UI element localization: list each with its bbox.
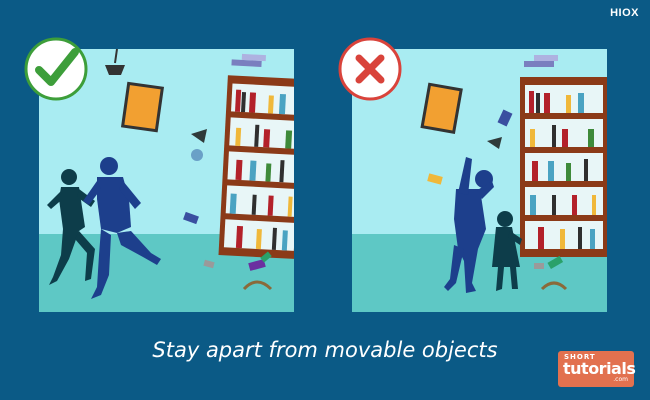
- bookshelf: [218, 53, 294, 260]
- cross-icon: [338, 37, 402, 101]
- shorttutorials-logo[interactable]: SHORT tutorials .com: [558, 351, 636, 387]
- logo-line-3: .com: [613, 376, 628, 383]
- caption: Stay apart from movable objects: [152, 338, 498, 362]
- picture-frame: [120, 81, 165, 133]
- brand-label: HIOX: [610, 7, 639, 19]
- check-icon: [24, 37, 88, 101]
- bookshelf: [520, 55, 607, 257]
